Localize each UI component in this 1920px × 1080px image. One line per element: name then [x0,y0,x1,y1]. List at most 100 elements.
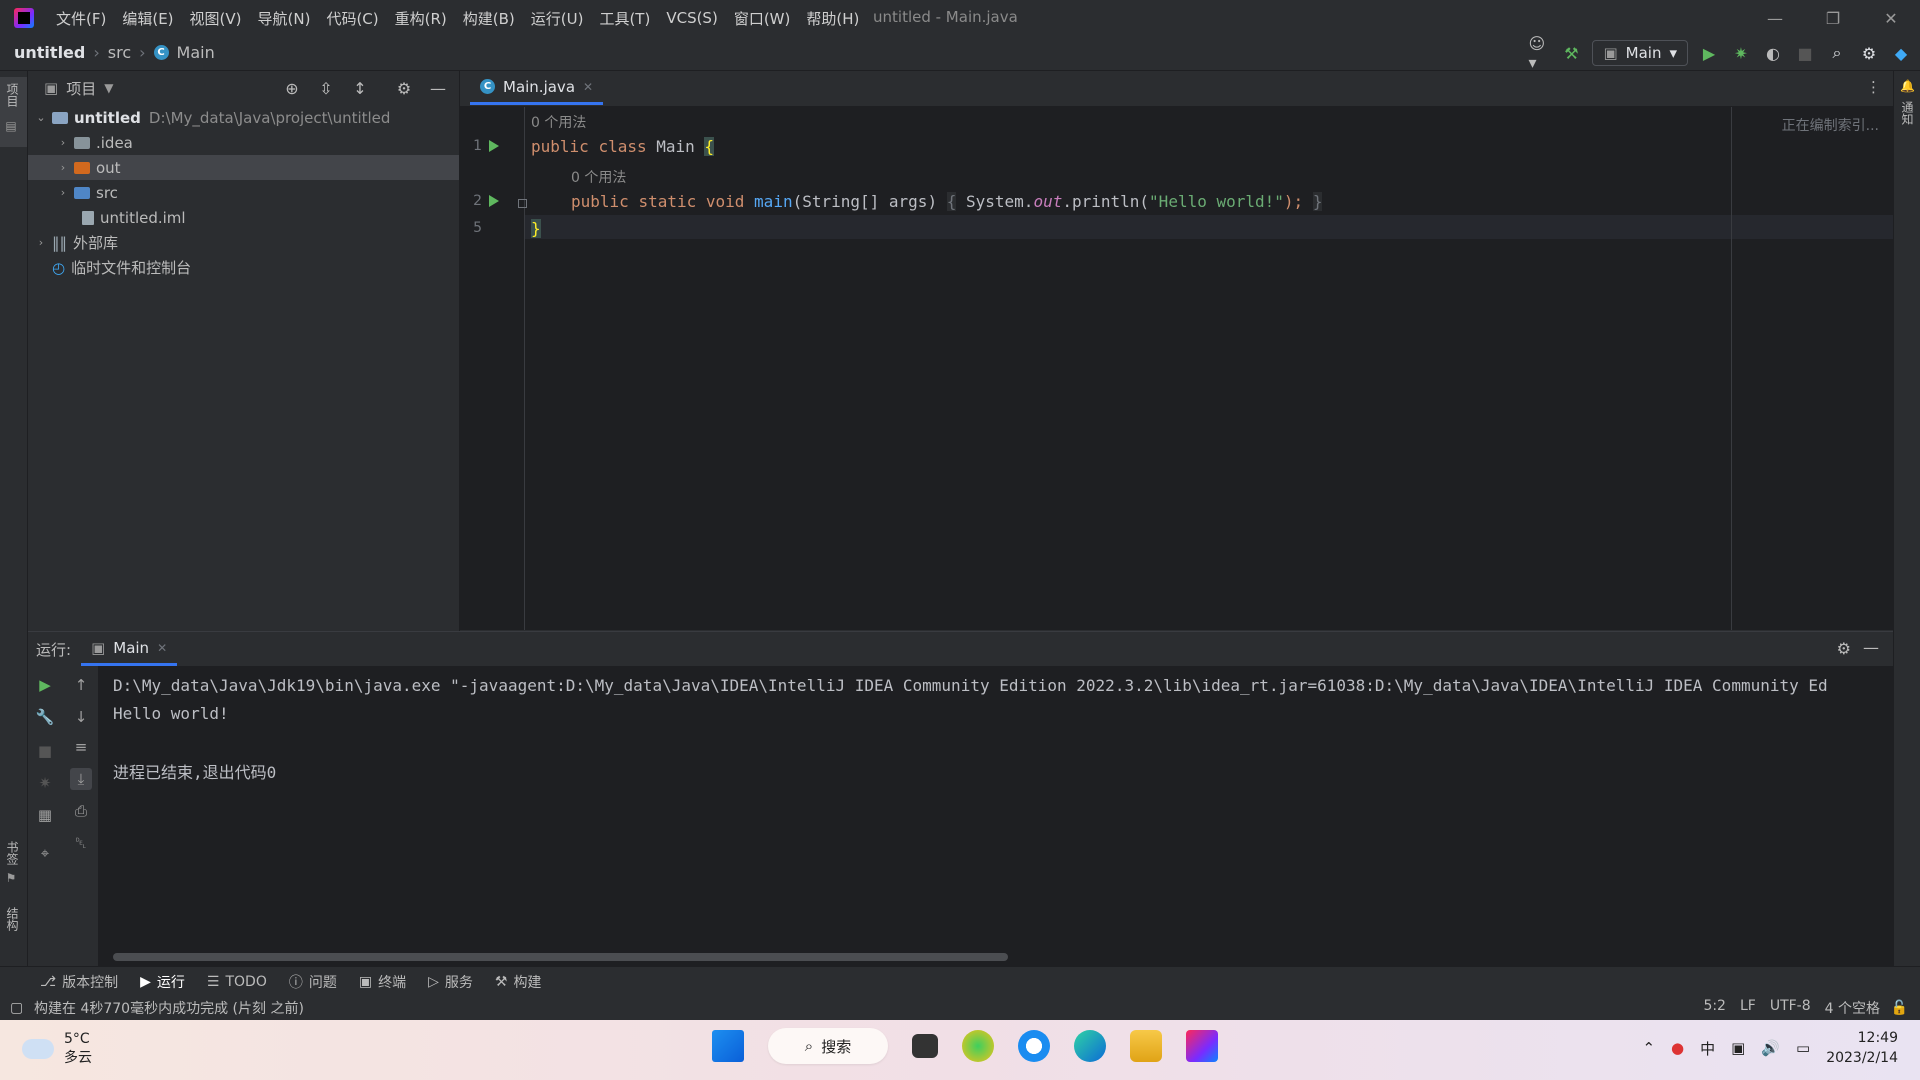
tree-item-scratches[interactable]: ◴ 临时文件和控制台 [28,255,459,280]
notifications-tool-tab[interactable]: 通知 [1899,101,1916,125]
project-tool-tab[interactable]: 项目 [4,83,21,107]
chat-app-icon[interactable] [1018,1030,1050,1062]
jetbrains-toolbox-icon[interactable]: ◆ [1890,42,1912,64]
music-app-icon[interactable] [962,1030,994,1062]
arrow-down-icon[interactable]: ↓ [70,706,92,728]
crumb-project[interactable]: untitled [14,43,85,62]
close-icon[interactable]: ✕ [1862,0,1920,36]
search-icon[interactable]: ⌕ [1826,42,1848,64]
task-view-icon[interactable] [912,1034,938,1058]
structure-tool-tab[interactable]: 结构 [4,907,21,931]
tool-tab-run[interactable]: ▶ 运行 [140,972,185,992]
run-icon[interactable]: ▶ [1698,42,1720,64]
run-gutter-icon[interactable] [489,195,499,207]
status-message[interactable]: 构建在 4秒770毫秒内成功完成 (片刻 之前) [34,998,304,1018]
chevron-right-icon[interactable]: › [56,186,70,199]
gear-icon[interactable]: ⚙ [393,77,415,99]
wrench-icon[interactable]: 🔧 [34,706,56,728]
usage-hint[interactable]: 0 个用法 [531,112,586,132]
lock-icon[interactable]: 🔓 [1891,1000,1908,1016]
taskbar-search[interactable]: ⌕ 搜索 [768,1028,888,1064]
tree-item-out[interactable]: › out [28,155,459,180]
line-separator[interactable]: LF [1740,998,1756,1018]
print-icon[interactable]: ⎙ [70,800,92,822]
minimize-icon[interactable]: — [1746,0,1804,36]
debug-icon[interactable]: ✷ [34,772,56,794]
run-config-selector[interactable]: ▣ Main ▾ [1592,40,1688,66]
code-editor[interactable]: 1 2 5 0 个用法 public class Main { 0 个用法 pu… [460,107,1893,630]
indent-setting[interactable]: 4 个空格 [1825,998,1880,1018]
notifications-icon[interactable]: 🔔 [1900,79,1915,93]
tool-tab-services[interactable]: ▷ 服务 [428,972,473,992]
tree-item-untitled[interactable]: ⌄ untitled D:\My_data\Java\project\untit… [28,105,459,130]
tool-tab-vcs[interactable]: ⎇ 版本控制 [40,972,118,992]
soft-wrap-icon[interactable]: ≡ [70,736,92,758]
tool-tab-todo[interactable]: ☰ TODO [207,974,267,990]
windows-start-icon[interactable] [712,1030,744,1062]
tool-tab-terminal[interactable]: ▣ 终端 [359,972,406,992]
console-output[interactable]: D:\My_data\Java\Jdk19\bin\java.exe "-jav… [113,666,1893,967]
close-tab-icon[interactable]: ✕ [583,80,593,94]
menu-window[interactable]: 窗口(W) [726,8,799,29]
restore-icon[interactable]: ❐ [1804,0,1862,36]
run-gutter-icon[interactable] [489,140,499,152]
expand-all-icon[interactable]: ⇳ [315,77,337,99]
menu-run[interactable]: 运行(U) [523,8,592,29]
file-explorer-icon[interactable] [1130,1030,1162,1062]
layout-icon[interactable]: ▦ [34,804,56,826]
locate-icon[interactable]: ⊕ [281,77,303,99]
menu-file[interactable]: 文件(F) [48,8,114,29]
collapse-all-icon[interactable]: ↕ [349,77,371,99]
caret-position[interactable]: 5:2 [1703,998,1726,1018]
menu-help[interactable]: 帮助(H) [798,8,867,29]
debug-icon[interactable]: ✷ [1730,42,1752,64]
intellij-taskbar-icon[interactable] [1186,1030,1218,1062]
menu-vcs[interactable]: VCS(S) [658,9,725,27]
edge-browser-icon[interactable] [1074,1030,1106,1062]
bookmarks-tool-tab[interactable]: 书签 [4,841,21,865]
close-tab-icon[interactable]: ✕ [157,641,167,655]
ime-indicator[interactable]: 中 [1700,1038,1715,1059]
clock[interactable]: 12:49 2023/2/14 [1826,1028,1898,1068]
settings-gear-icon[interactable]: ⚙ [1858,42,1880,64]
chevron-right-icon[interactable]: › [34,236,48,249]
file-encoding[interactable]: UTF-8 [1770,998,1811,1018]
stop-icon[interactable]: ■ [1794,42,1816,64]
menu-code[interactable]: 代码(C) [318,8,386,29]
horizontal-scrollbar[interactable] [113,953,1008,961]
volume-icon[interactable]: 🔊 [1761,1039,1780,1057]
tool-tab-build[interactable]: ⚒ 构建 [495,972,542,992]
coverage-icon[interactable]: ◐ [1762,42,1784,64]
chevron-right-icon[interactable]: › [56,161,70,174]
status-square-icon[interactable]: ▢ [10,1000,23,1016]
gear-icon[interactable]: ⚙ [1837,639,1851,658]
chevron-right-icon[interactable]: › [56,136,70,149]
menu-edit[interactable]: 编辑(E) [114,8,181,29]
battery-icon[interactable]: ▭ [1796,1039,1810,1057]
weather-widget[interactable]: 5°C 多云 [18,1030,92,1068]
tree-item-idea[interactable]: › .idea [28,130,459,155]
menu-build[interactable]: 构建(B) [455,8,523,29]
project-panel-title[interactable]: 项目 [66,78,96,99]
network-icon[interactable]: ▣ [1731,1039,1745,1057]
hide-icon[interactable]: — [427,77,449,99]
trash-icon[interactable]: ␡ [70,832,92,854]
tool-tab-problems[interactable]: ⓘ 问题 [289,972,337,992]
chevron-down-icon[interactable]: ▼ [104,81,113,95]
tree-item-iml[interactable]: untitled.iml [28,205,459,230]
scroll-to-end-icon[interactable]: ⤓ [70,768,92,790]
more-options-icon[interactable]: ⋮ [1866,78,1881,96]
tab-main-java[interactable]: C Main.java ✕ [470,71,604,105]
menu-navigate[interactable]: 导航(N) [250,8,319,29]
run-tab-main[interactable]: ▣ Main ✕ [81,632,178,666]
build-hammer-icon[interactable]: ⚒ [1560,42,1582,64]
intellij-logo-icon[interactable] [14,8,34,28]
rerun-icon[interactable]: ▶ [34,674,56,696]
hide-icon[interactable]: — [1863,638,1879,657]
stop-icon[interactable]: ■ [34,740,56,762]
menu-view[interactable]: 视图(V) [182,8,250,29]
chevron-down-icon[interactable]: ⌄ [34,111,48,124]
tree-item-src[interactable]: › src [28,180,459,205]
tree-item-external-libraries[interactable]: › ‖‖ 外部库 [28,230,459,255]
user-icon[interactable]: ☺▾ [1528,34,1550,72]
